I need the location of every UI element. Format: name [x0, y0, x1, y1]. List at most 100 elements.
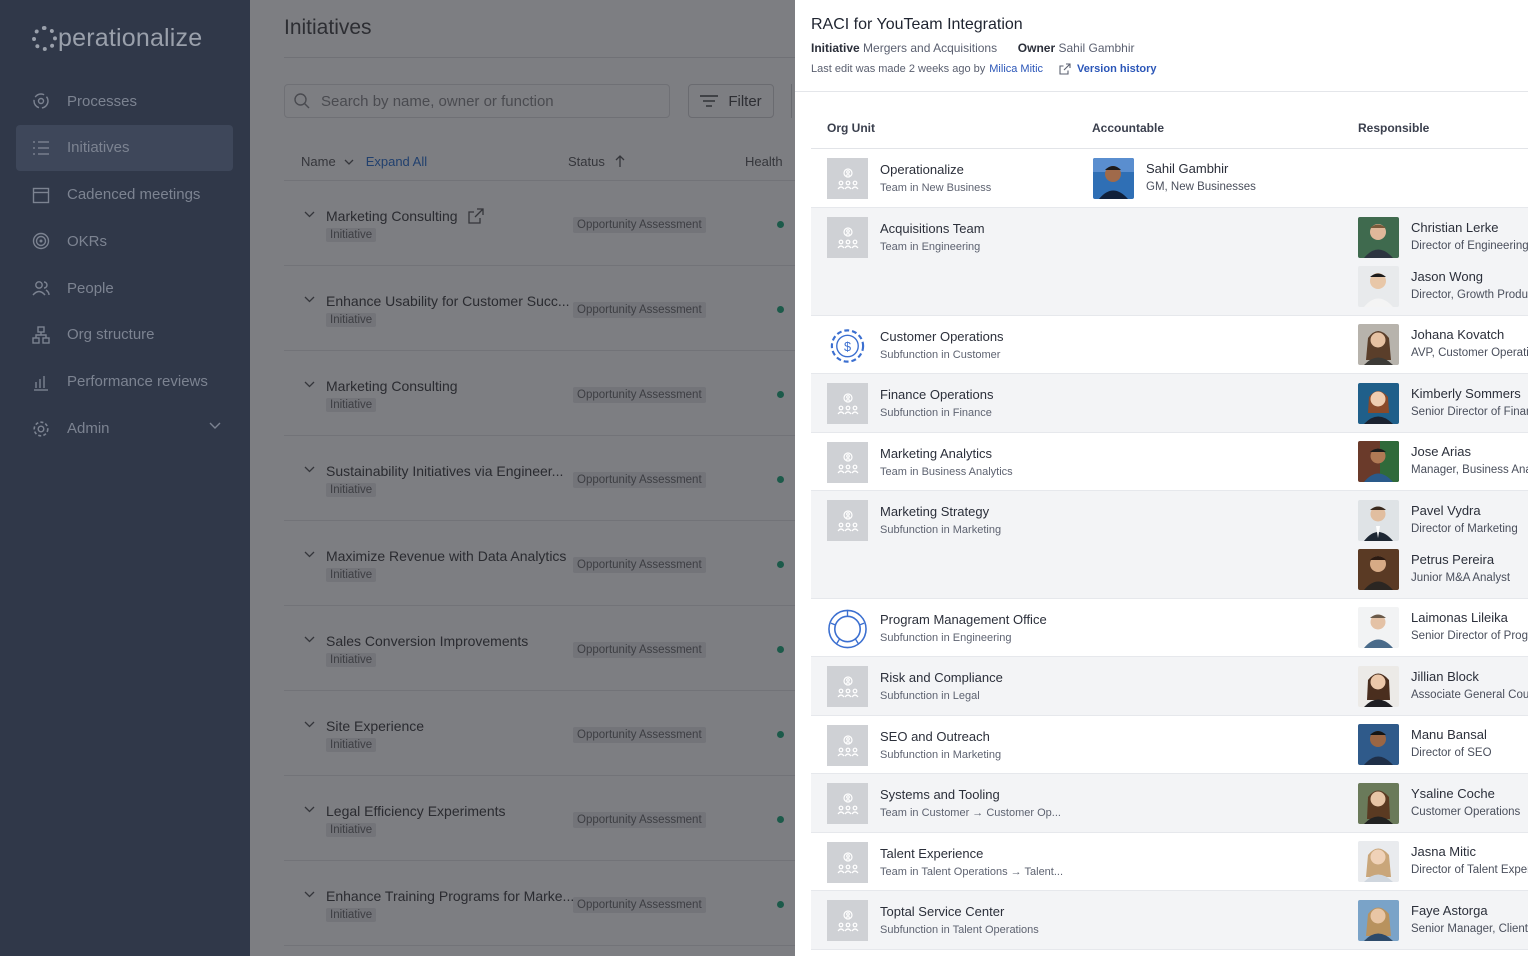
column-header-accountable[interactable]: Accountable: [1092, 121, 1164, 135]
sidebar-item-admin[interactable]: Admin: [16, 406, 233, 452]
health-indicator: [777, 731, 784, 738]
status-badge: Opportunity Assessment: [573, 812, 706, 828]
chevron-down-icon[interactable]: [209, 422, 221, 430]
raci-row[interactable]: Risk and Compliance Subfunction in Legal…: [811, 657, 1528, 716]
org-unit-name[interactable]: Finance Operations: [880, 387, 993, 402]
raci-row[interactable]: Finance Operations Subfunction in Financ…: [811, 374, 1528, 433]
avatar: [1358, 724, 1399, 765]
raci-row[interactable]: Acquisitions Team Team in Engineering Ch…: [811, 208, 1528, 316]
avatar: [1358, 783, 1399, 824]
chevron-down-icon[interactable]: [304, 211, 315, 218]
chevron-down-icon[interactable]: [304, 721, 315, 728]
initiative-row[interactable]: Marketing Consulting Initiative Opportun…: [284, 351, 795, 436]
column-header-name[interactable]: Name Expand All: [301, 154, 427, 169]
initiative-row[interactable]: Site Experience Initiative Opportunity A…: [284, 691, 795, 776]
sidebar-item-label: Performance reviews: [67, 373, 208, 391]
initiative-name[interactable]: Marketing Consulting: [326, 208, 484, 224]
initiative-name[interactable]: Sales Conversion Improvements: [326, 633, 528, 649]
gear-dollar-icon: $: [827, 325, 868, 366]
list-icon: [33, 141, 49, 155]
person-title: Director of Marketing: [1411, 523, 1518, 535]
owner-value: Sahil Gambhir: [1058, 41, 1135, 55]
filter-button[interactable]: Filter: [688, 84, 774, 118]
initiative-name[interactable]: Sustainability Initiatives via Engineer.…: [326, 463, 563, 479]
app-logo[interactable]: perationalize: [32, 24, 202, 53]
external-link-icon[interactable]: [467, 208, 484, 224]
org-unit-name[interactable]: Talent Experience: [880, 846, 983, 861]
search-input[interactable]: [321, 92, 661, 110]
health-indicator: [777, 391, 784, 398]
initiative-name[interactable]: Marketing Consulting: [326, 378, 458, 394]
chevron-down-icon[interactable]: [304, 551, 315, 558]
chevron-down-icon[interactable]: [304, 296, 315, 303]
org-unit-name[interactable]: Marketing Strategy: [880, 504, 989, 519]
chevron-down-icon[interactable]: [304, 381, 315, 388]
sidebar-item-label: Cadenced meetings: [67, 186, 201, 204]
raci-row[interactable]: Systems and Tooling Team in Customer → C…: [811, 774, 1528, 833]
initiative-name[interactable]: Enhance Usability for Customer Succ...: [326, 293, 570, 309]
team-icon: [827, 842, 868, 883]
expand-all-link[interactable]: Expand All: [366, 154, 427, 169]
org-unit-name[interactable]: Operationalize: [880, 162, 964, 177]
initiative-row[interactable]: Sustainability Initiatives via Engineer.…: [284, 436, 795, 521]
person-title: Associate General Counsel: [1411, 689, 1528, 701]
sidebar-nav: Processes Initiatives Cadenced meetings …: [16, 78, 233, 452]
editor-link[interactable]: Milica Mitic: [989, 63, 1043, 75]
initiative-row[interactable]: Enhance Usability for Customer Succ... I…: [284, 266, 795, 351]
search-box[interactable]: [284, 84, 670, 118]
raci-row[interactable]: SEO and Outreach Subfunction in Marketin…: [811, 716, 1528, 774]
health-indicator: [777, 816, 784, 823]
org-unit-name[interactable]: Program Management Office: [880, 612, 1047, 627]
column-label: Health: [745, 154, 783, 169]
initiative-name[interactable]: Legal Efficiency Experiments: [326, 803, 506, 819]
chevron-down-icon[interactable]: [304, 806, 315, 813]
org-unit-name[interactable]: SEO and Outreach: [880, 729, 990, 744]
version-history-link[interactable]: Version history: [1077, 63, 1156, 75]
sidebar-item-cadenced-meetings[interactable]: Cadenced meetings: [16, 172, 233, 218]
initiative-name[interactable]: Enhance Training Programs for Marke...: [326, 888, 574, 904]
raci-row[interactable]: Talent Experience Team in Talent Operati…: [811, 833, 1528, 891]
initiative-name[interactable]: Maximize Revenue with Data Analytics: [326, 548, 566, 564]
health-indicator: [777, 646, 784, 653]
initiative-row[interactable]: Legal Efficiency Experiments Initiative …: [284, 776, 795, 861]
sidebar-item-okrs[interactable]: OKRs: [16, 218, 233, 264]
initiative-row[interactable]: Marketing Consulting Initiative Opportun…: [284, 181, 795, 266]
sidebar-item-processes[interactable]: Processes: [16, 78, 233, 124]
raci-row[interactable]: Program Management Office Subfunction in…: [811, 599, 1528, 657]
org-unit-name[interactable]: Systems and Tooling: [880, 787, 1000, 802]
initiative-value: Mergers and Acquisitions: [863, 41, 998, 55]
initiative-row[interactable]: Enhance Training Programs for Marke... I…: [284, 861, 795, 946]
column-header-org-unit[interactable]: Org Unit: [827, 121, 875, 135]
org-unit-name[interactable]: Acquisitions Team: [880, 221, 985, 236]
org-unit-subtitle: Subfunction in Customer: [880, 349, 1001, 361]
chevron-down-icon[interactable]: [304, 891, 315, 898]
raci-row[interactable]: Toptal Service Center Subfunction in Tal…: [811, 891, 1528, 950]
initiative-tag: Initiative: [326, 313, 377, 327]
org-unit-name[interactable]: Customer Operations: [880, 329, 1004, 344]
raci-row[interactable]: Marketing Strategy Subfunction in Market…: [811, 491, 1528, 599]
sidebar-item-initiatives[interactable]: Initiatives: [16, 124, 233, 171]
org-unit-name[interactable]: Marketing Analytics: [880, 446, 992, 461]
sidebar-item-org-structure[interactable]: Org structure: [16, 312, 233, 358]
column-header-status[interactable]: Status: [568, 154, 625, 169]
raci-row[interactable]: $ Customer Operations Subfunction in Cus…: [811, 316, 1528, 374]
person-title: Senior Director of Programs: [1411, 630, 1528, 642]
org-unit-name[interactable]: Toptal Service Center: [880, 904, 1004, 919]
raci-row[interactable]: Marketing Analytics Team in Business Ana…: [811, 433, 1528, 491]
raci-row[interactable]: Operationalize Team in New Business Sahi…: [811, 149, 1528, 208]
column-header-health[interactable]: Health: [745, 154, 783, 169]
calendar-icon: [32, 187, 50, 203]
avatar: [1358, 383, 1399, 424]
sidebar-item-performance-reviews[interactable]: Performance reviews: [16, 359, 233, 405]
initiative-tag: Initiative: [326, 483, 377, 497]
column-header-responsible[interactable]: Responsible: [1358, 121, 1429, 135]
avatar: [1358, 900, 1399, 941]
initiative-name[interactable]: Site Experience: [326, 718, 424, 734]
chevron-down-icon[interactable]: [304, 466, 315, 473]
initiative-row[interactable]: Sales Conversion Improvements Initiative…: [284, 606, 795, 691]
team-icon: [827, 500, 868, 541]
chevron-down-icon[interactable]: [304, 636, 315, 643]
sidebar-item-people[interactable]: People: [16, 265, 233, 311]
initiative-row[interactable]: Maximize Revenue with Data Analytics Ini…: [284, 521, 795, 606]
org-unit-name[interactable]: Risk and Compliance: [880, 670, 1003, 685]
